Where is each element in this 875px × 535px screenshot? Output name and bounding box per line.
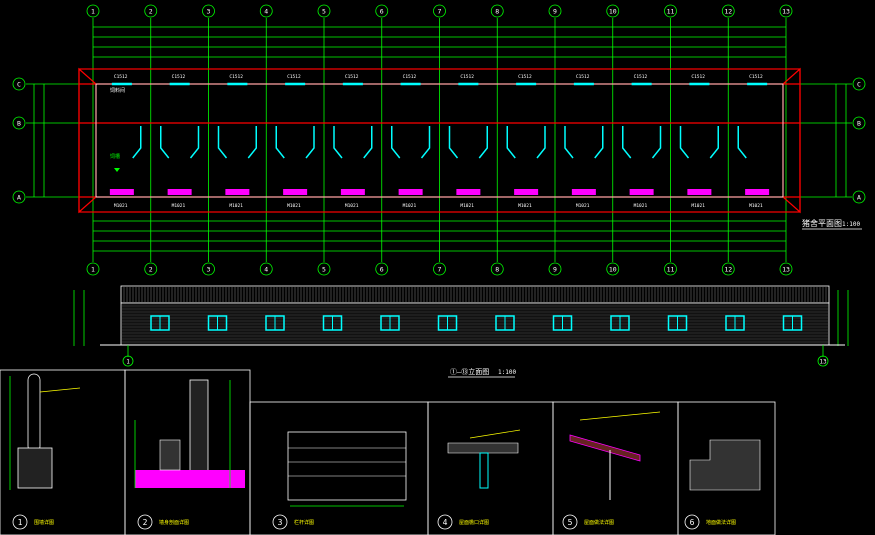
axis-number: 8 [495, 8, 499, 16]
detail-label: 墙身剖面详图 [159, 519, 189, 526]
feed-trough [456, 189, 481, 195]
plan-room-label: 饲料间 [110, 87, 125, 94]
elevation-scale: 1:100 [498, 369, 516, 376]
axis-number: 6 [380, 8, 384, 16]
plan-door-tag: M1021 [576, 203, 590, 209]
axis-number: 10 [609, 8, 617, 16]
axis-number: 4 [264, 8, 268, 16]
axis-letter: B [857, 120, 861, 128]
feed-trough [745, 189, 770, 195]
axis-number: 6 [380, 266, 384, 274]
feed-trough [340, 189, 365, 195]
axis-number: 5 [322, 8, 326, 16]
feed-trough [571, 189, 596, 195]
detail-label: 屋面檐口详图 [459, 519, 489, 526]
axis-letter: C [857, 81, 861, 89]
axis-number: 11 [667, 266, 675, 274]
plan-door-tag: M1021 [114, 203, 128, 209]
detail-number: 1 [18, 518, 23, 527]
plan-window-tag: C1512 [172, 74, 186, 80]
plan-window-tag: C1512 [345, 74, 359, 80]
axis-number: 1 [91, 8, 95, 16]
plan-door-tag: M1021 [229, 203, 243, 209]
detail-label: 栏杆详图 [294, 519, 314, 526]
plan-door-tag: M1021 [691, 203, 705, 209]
axis-number: 10 [609, 266, 617, 274]
plan-window-tag: C1512 [749, 74, 763, 80]
axis-number: 8 [495, 266, 499, 274]
feed-trough [167, 189, 192, 195]
feed-trough [514, 189, 539, 195]
axis-number: 3 [207, 266, 211, 274]
axis-number: 2 [149, 266, 153, 274]
plan-title: 猪舍平面图 [802, 218, 842, 228]
floor-plan: C1512M1021C1512M1021C1512M1021C1512M1021… [12, 4, 866, 276]
plan-window-tag: C1512 [634, 74, 648, 80]
detail-number: 5 [568, 518, 573, 527]
detail-label: 屋面做法详图 [584, 519, 614, 526]
detail-number: 2 [143, 518, 148, 527]
axis-number: 4 [264, 266, 268, 274]
plan-window-tag: C1512 [403, 74, 417, 80]
feed-trough [687, 189, 712, 195]
plan-door-tag: M1021 [403, 203, 417, 209]
axis-number: 1 [91, 266, 95, 274]
axis-number: 7 [438, 8, 442, 16]
plan-door-tag: M1021 [172, 203, 186, 209]
axis-number: 2 [149, 8, 153, 16]
detail-label: 地面做法详图 [706, 519, 736, 526]
axis-number: 13 [782, 8, 790, 16]
axis-letter: A [17, 194, 21, 202]
feed-trough [398, 189, 423, 195]
elevation-end-axis: 13 [819, 359, 827, 366]
plan-window-tag: C1512 [229, 74, 243, 80]
axis-number: 9 [553, 8, 557, 16]
feed-trough [109, 189, 134, 195]
plan-window-tag: C1512 [691, 74, 705, 80]
axis-number: 11 [667, 8, 675, 16]
plan-door-tag: M1021 [634, 203, 648, 209]
feed-trough [283, 189, 308, 195]
elevation: 1 13 ①—⑬立面图 1:100 [73, 285, 849, 378]
axis-number: 13 [782, 266, 790, 274]
plan-window-tag: C1512 [287, 74, 301, 80]
axis-letter: A [857, 194, 861, 202]
plan-scale: 1:100 [842, 221, 860, 228]
plan-door-tag: M1021 [345, 203, 359, 209]
axis-number: 5 [322, 266, 326, 274]
cad-drawing-canvas: C1512M1021C1512M1021C1512M1021C1512M1021… [0, 4, 866, 535]
axis-letter: B [17, 120, 21, 128]
svg-text:饲槽: 饲槽 [110, 153, 120, 160]
plan-window-tag: C1512 [114, 74, 128, 80]
axis-number: 12 [724, 8, 732, 16]
axis-number: 9 [553, 266, 557, 274]
feed-trough [225, 189, 250, 195]
axis-number: 12 [724, 266, 732, 274]
axis-letter: C [17, 81, 21, 89]
plan-door-tag: M1021 [460, 203, 474, 209]
elevation-start-axis: 1 [126, 359, 130, 366]
plan-door-tag: M1021 [749, 203, 763, 209]
plan-window-tag: C1512 [518, 74, 532, 80]
detail-sheets: 1 围墙详图 2 墙身剖面详图 3 栏杆详图 4 屋面檐口详图 5 屋面做法详图 6 地面做法详图 [0, 369, 776, 535]
feed-trough [629, 189, 654, 195]
detail-number: 3 [278, 518, 283, 527]
axis-number: 7 [438, 266, 442, 274]
plan-window-tag: C1512 [460, 74, 474, 80]
axis-number: 3 [207, 8, 211, 16]
detail-label: 围墙详图 [34, 519, 54, 526]
plan-door-tag: M1021 [518, 203, 532, 209]
plan-window-tag: C1512 [576, 74, 590, 80]
detail-number: 6 [690, 518, 695, 527]
detail-number: 4 [443, 518, 448, 527]
elevation-title: ①—⑬立面图 [450, 367, 489, 376]
plan-door-tag: M1021 [287, 203, 301, 209]
